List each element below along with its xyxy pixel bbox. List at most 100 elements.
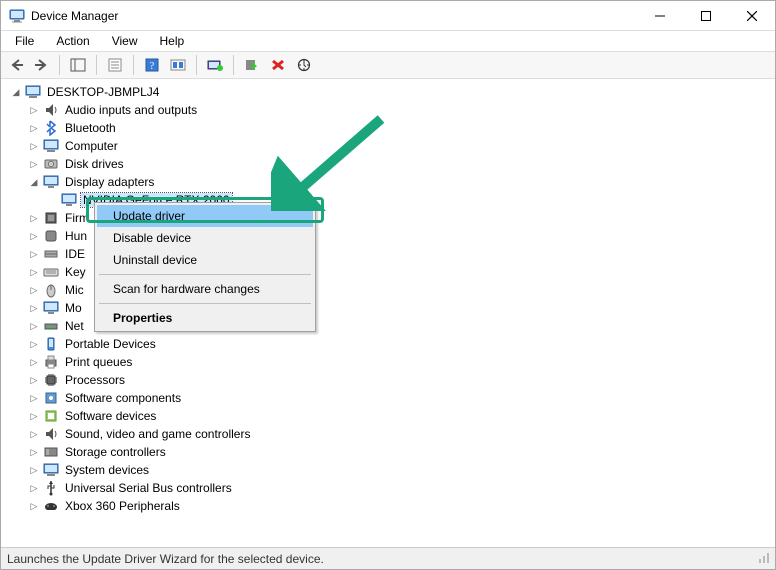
titlebar: Device Manager — [1, 1, 775, 31]
mouse-icon — [43, 282, 59, 298]
tree-category-row[interactable]: ▷ Sound, video and game controllers — [25, 425, 775, 443]
tree-category-row[interactable]: ▷Universal Serial Bus controllers — [25, 479, 775, 497]
chevron-right-icon[interactable]: ▷ — [27, 121, 41, 135]
context-menu-properties[interactable]: Properties — [97, 307, 313, 329]
minimize-button[interactable] — [637, 1, 683, 31]
context-menu-scan[interactable]: Scan for hardware changes — [97, 278, 313, 300]
chevron-right-icon[interactable]: ▷ — [27, 427, 41, 441]
portable-icon — [43, 336, 59, 352]
tree-category-label: Storage controllers — [63, 445, 168, 459]
chevron-right-icon[interactable]: ▷ — [27, 211, 41, 225]
tree-category-row[interactable]: ▷ Computer — [25, 137, 775, 155]
device-tree-area[interactable]: ◢ DESKTOP-JBMPLJ4 ▷Audio inputs and outp… — [1, 79, 775, 547]
xbox-icon — [43, 498, 59, 514]
computer-icon — [43, 138, 59, 154]
monitor-icon — [43, 300, 59, 316]
chevron-right-icon[interactable]: ▷ — [27, 373, 41, 387]
chevron-right-icon[interactable]: ▷ — [27, 229, 41, 243]
context-menu-disable-device[interactable]: Disable device — [97, 227, 313, 249]
help-button[interactable]: ? — [140, 54, 164, 76]
disk-icon — [43, 156, 59, 172]
chevron-right-icon[interactable]: ▷ — [27, 265, 41, 279]
uninstall-device-button[interactable] — [266, 54, 290, 76]
tree-category-row[interactable]: ◢ Display adapters — [25, 173, 775, 191]
system-icon — [43, 462, 59, 478]
display-icon — [61, 192, 77, 208]
tree-category-row[interactable]: ▷ Disk drives — [25, 155, 775, 173]
enable-device-button[interactable] — [240, 54, 264, 76]
tree-category-row[interactable]: ▷ Software devices — [25, 407, 775, 425]
menu-action[interactable]: Action — [46, 33, 99, 49]
tree-category-label: Sound, video and game controllers — [63, 427, 252, 441]
device-manager-app-icon — [9, 8, 25, 24]
chevron-right-icon[interactable]: ▷ — [27, 463, 41, 477]
tree-category-label: Xbox 360 Peripherals — [63, 499, 182, 513]
svg-text:?: ? — [150, 61, 155, 72]
root-label: DESKTOP-JBMPLJ4 — [45, 85, 161, 99]
chevron-right-icon[interactable]: ▷ — [27, 391, 41, 405]
chevron-right-icon[interactable]: ▷ — [27, 319, 41, 333]
maximize-button[interactable] — [683, 1, 729, 31]
tree-category-label: Computer — [63, 139, 120, 153]
context-menu-separator — [99, 274, 311, 275]
close-button[interactable] — [729, 1, 775, 31]
softdev-icon — [43, 408, 59, 424]
menu-view[interactable]: View — [102, 33, 148, 49]
action-toolbar-button[interactable] — [166, 54, 190, 76]
tree-category-row[interactable]: ▷Audio inputs and outputs — [25, 101, 775, 119]
update-driver-toolbar-button[interactable] — [203, 54, 227, 76]
tree-category-row[interactable]: ▷Bluetooth — [25, 119, 775, 137]
tree-root-row[interactable]: ◢ DESKTOP-JBMPLJ4 — [7, 83, 775, 101]
context-menu-update-driver[interactable]: Update driver — [97, 205, 313, 227]
chevron-right-icon[interactable]: ▷ — [27, 337, 41, 351]
tree-category-row[interactable]: ▷ Xbox 360 Peripherals — [25, 497, 775, 515]
chevron-down-icon[interactable]: ◢ — [9, 85, 23, 99]
softcomp-icon — [43, 390, 59, 406]
tree-category-label: Key — [63, 265, 88, 279]
sound-icon — [43, 426, 59, 442]
chevron-right-icon[interactable]: ▷ — [27, 283, 41, 297]
chevron-right-icon[interactable]: ▷ — [27, 301, 41, 315]
chevron-right-icon[interactable]: ▷ — [27, 481, 41, 495]
tree-category-row[interactable]: ▷Processors — [25, 371, 775, 389]
tree-category-label: Software devices — [63, 409, 158, 423]
resize-grip-icon[interactable] — [759, 553, 769, 565]
tree-category-row[interactable]: ▷ Storage controllers — [25, 443, 775, 461]
toolbar: ? — [1, 51, 775, 79]
tree-category-label: Hun — [63, 229, 89, 243]
properties-button[interactable] — [103, 54, 127, 76]
back-button[interactable] — [5, 54, 29, 76]
tree-category-label: Disk drives — [63, 157, 126, 171]
chevron-right-icon[interactable]: ▷ — [27, 103, 41, 117]
chevron-right-icon[interactable]: ▷ — [27, 247, 41, 261]
context-menu-separator — [99, 303, 311, 304]
context-menu: Update driver Disable device Uninstall d… — [94, 202, 316, 332]
chevron-right-icon[interactable]: ▷ — [27, 355, 41, 369]
tree-category-label: Net — [63, 319, 86, 333]
forward-button[interactable] — [29, 54, 53, 76]
ide-icon — [43, 246, 59, 262]
tree-category-label: Portable Devices — [63, 337, 158, 351]
context-menu-uninstall-device[interactable]: Uninstall device — [97, 249, 313, 271]
chevron-down-icon[interactable]: ◢ — [27, 175, 41, 189]
tree-category-row[interactable]: ▷Software components — [25, 389, 775, 407]
device-manager-window: Device Manager File Action View Help ? — [0, 0, 776, 570]
chevron-right-icon[interactable]: ▷ — [27, 139, 41, 153]
chevron-right-icon[interactable]: ▷ — [27, 157, 41, 171]
tree-category-row[interactable]: ▷ System devices — [25, 461, 775, 479]
chevron-right-icon[interactable]: ▷ — [27, 445, 41, 459]
menu-file[interactable]: File — [5, 33, 44, 49]
tree-category-row[interactable]: ▷Print queues — [25, 353, 775, 371]
statusbar-text: Launches the Update Driver Wizard for th… — [7, 552, 324, 566]
chevron-right-icon[interactable]: ▷ — [27, 409, 41, 423]
tree-category-label: Mo — [63, 301, 84, 315]
tree-category-label: System devices — [63, 463, 151, 477]
tree-category-row[interactable]: ▷ Portable Devices — [25, 335, 775, 353]
tree-category-label: Display adapters — [63, 175, 156, 189]
show-hide-console-tree-button[interactable] — [66, 54, 90, 76]
tree-category-label: IDE — [63, 247, 87, 261]
chevron-right-icon[interactable]: ▷ — [27, 499, 41, 513]
menu-help[interactable]: Help — [150, 33, 195, 49]
scan-hardware-button[interactable] — [292, 54, 316, 76]
network-icon — [43, 318, 59, 334]
